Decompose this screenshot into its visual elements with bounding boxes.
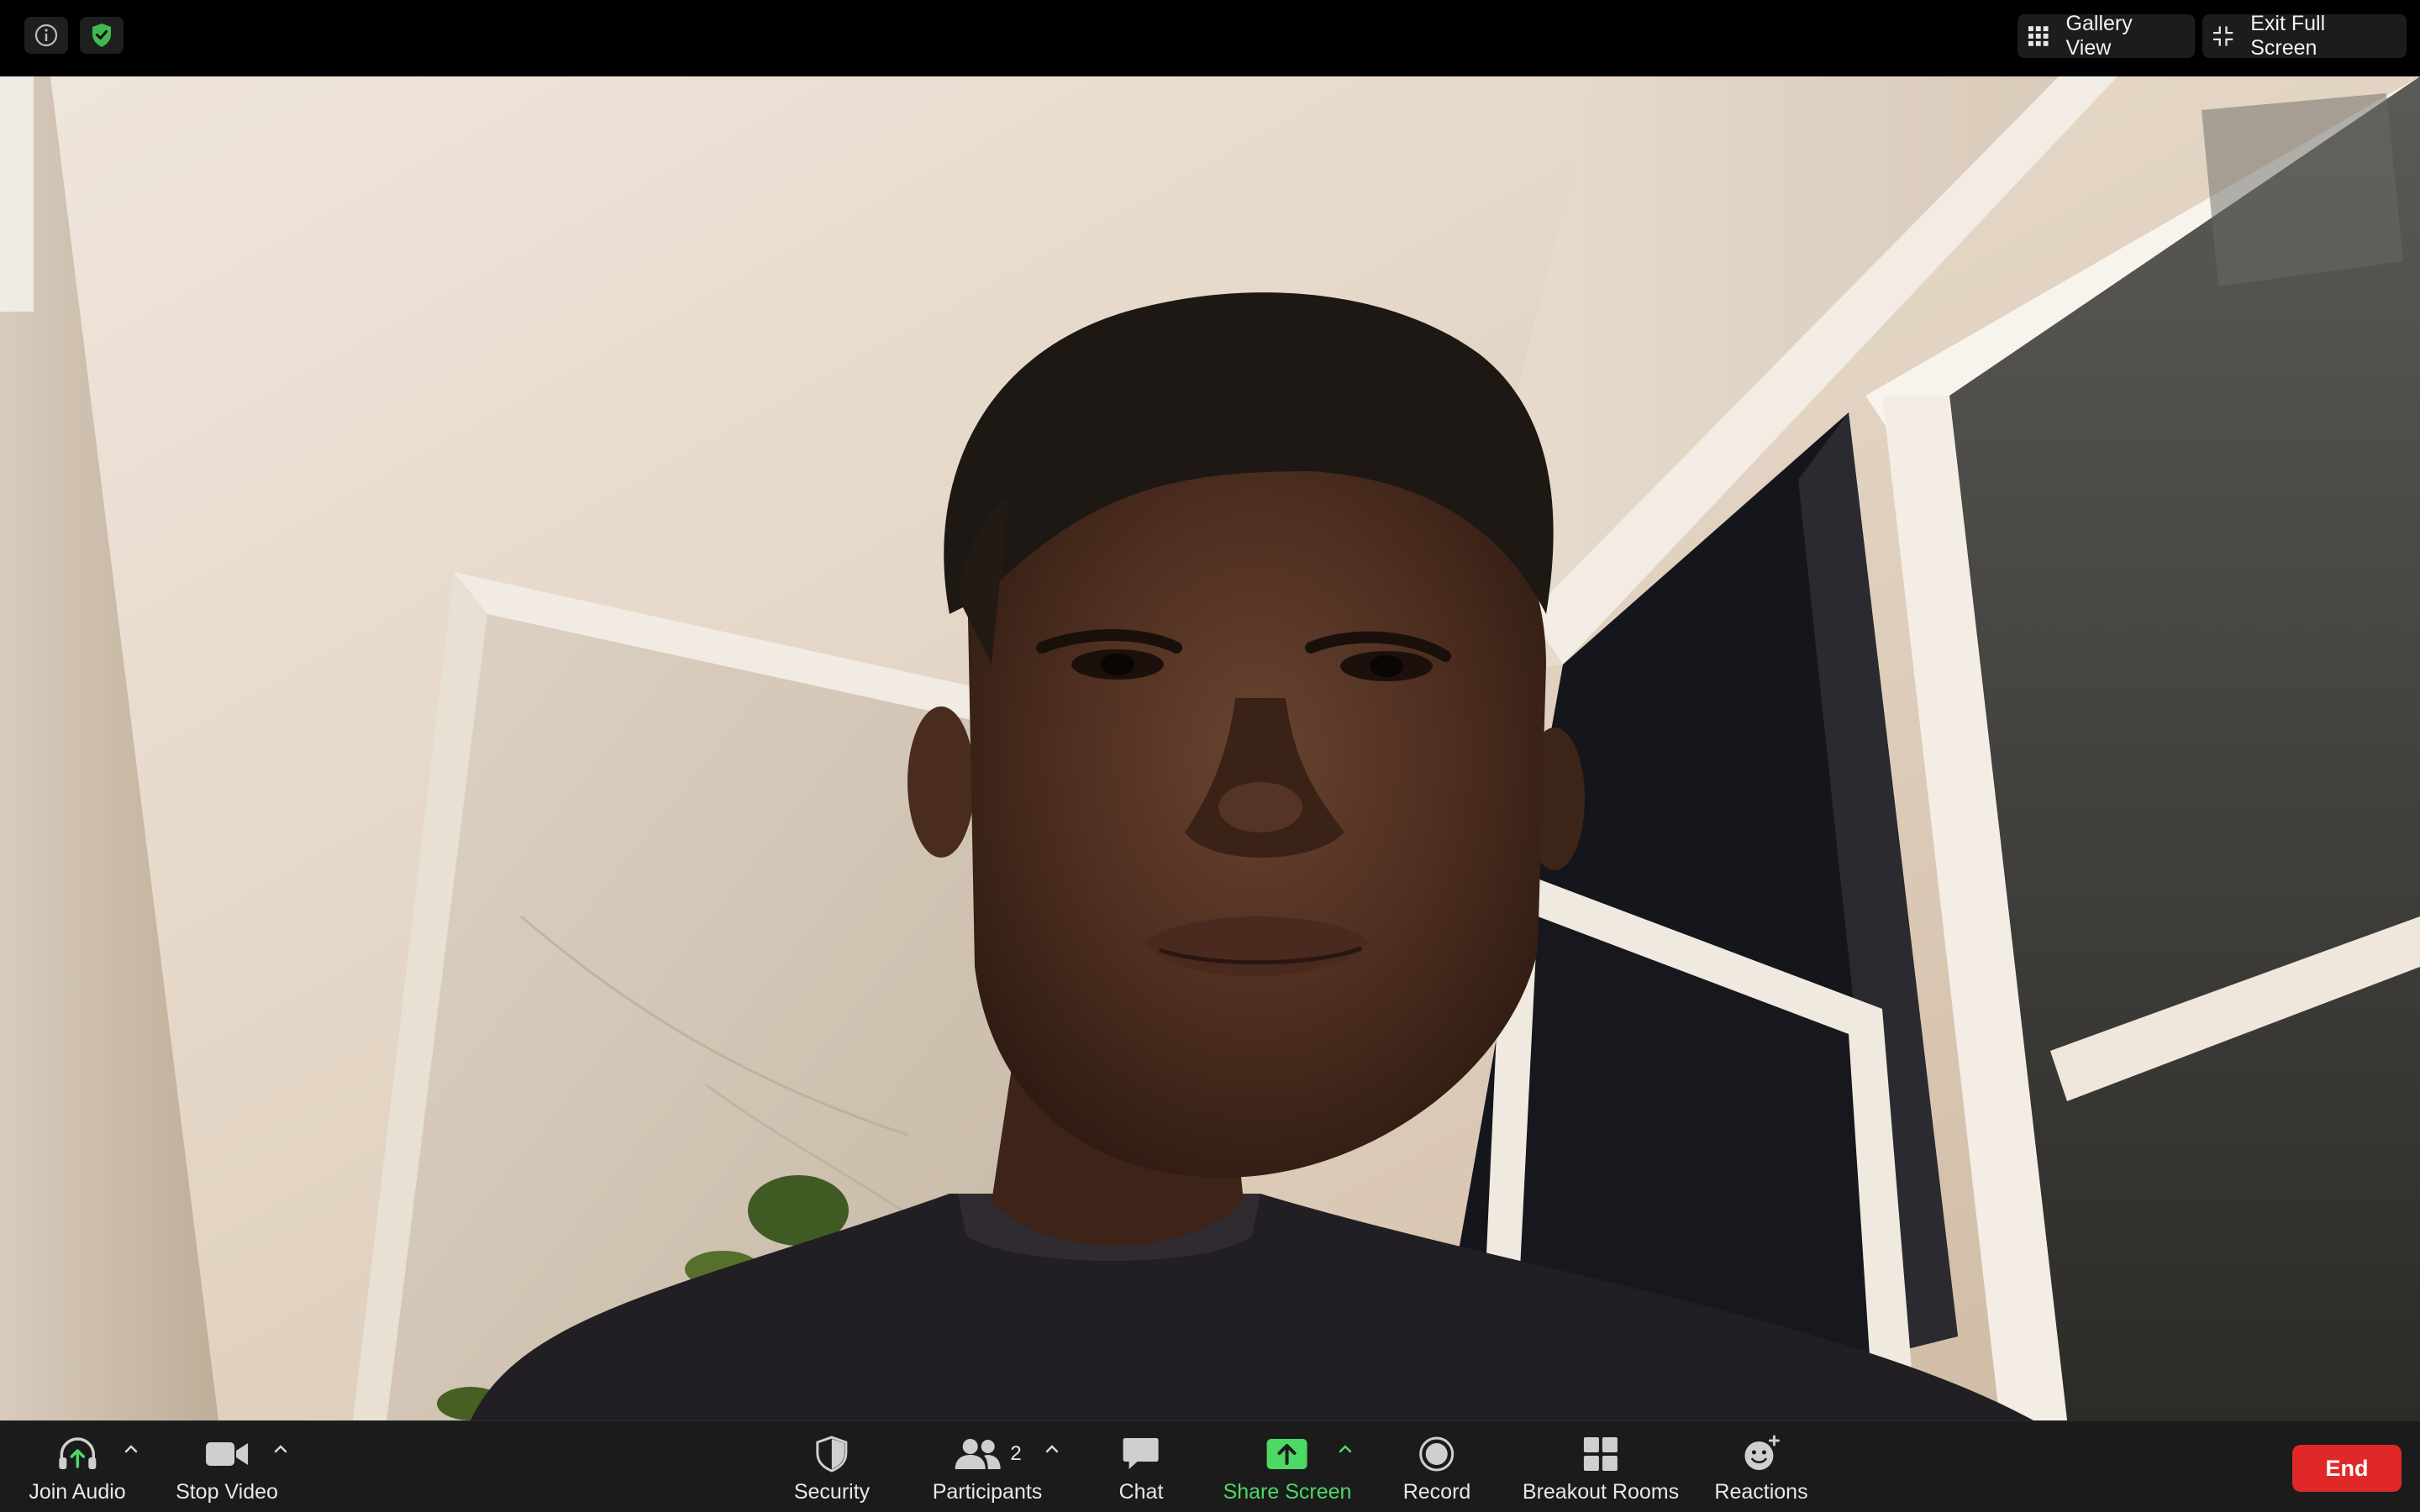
security-label: Security [793, 1480, 871, 1504]
share-screen-icon [1267, 1439, 1307, 1469]
participant-video-feed [0, 76, 2420, 1420]
info-icon[interactable] [24, 17, 68, 54]
chat-button[interactable]: Chat [1118, 1433, 1164, 1507]
stop-video-label: Stop Video [176, 1480, 278, 1504]
exit-full-screen-button[interactable]: Exit Full Screen [2202, 12, 2407, 60]
participants-options-caret[interactable] [1043, 1440, 1061, 1458]
reactions-smiley-icon [1744, 1435, 1780, 1470]
reactions-label: Reactions [1714, 1480, 1808, 1504]
record-button[interactable]: Record [1402, 1433, 1471, 1507]
breakout-rooms-button[interactable]: Breakout Rooms [1523, 1433, 1679, 1507]
participants-icon [955, 1439, 1001, 1469]
share-options-caret[interactable] [1336, 1440, 1355, 1458]
chevron-up-icon [1045, 1445, 1059, 1453]
chat-label: Chat [1118, 1480, 1164, 1504]
share-screen-button[interactable]: Share Screen [1223, 1433, 1352, 1507]
reactions-button[interactable]: Reactions [1714, 1433, 1808, 1507]
chevron-up-icon [274, 1445, 287, 1453]
record-label: Record [1402, 1480, 1471, 1504]
breakout-rooms-icon [1583, 1437, 1618, 1471]
security-button[interactable]: Security [794, 1433, 870, 1507]
exit-full-screen-label: Exit Full Screen [2250, 12, 2326, 60]
exit-full-screen-icon [2212, 26, 2233, 46]
audio-options-caret[interactable] [122, 1440, 140, 1458]
end-meeting-button[interactable]: End [2292, 1445, 2402, 1492]
zoom-meeting-window: Gallery View Exit Full Screen Join Audio… [0, 0, 2420, 1512]
gallery-view-label: Gallery View [2065, 12, 2133, 60]
top-bar: Gallery View Exit Full Screen [0, 0, 2420, 76]
stop-video-button[interactable]: Stop Video [176, 1433, 278, 1507]
security-shield-icon [816, 1436, 848, 1473]
grid-icon [2028, 26, 2049, 46]
breakout-rooms-label: Breakout Rooms [1522, 1480, 1680, 1504]
participants-count: 2 [1010, 1442, 1022, 1465]
encryption-shield-icon[interactable] [80, 17, 124, 54]
share-screen-label: Share Screen [1223, 1480, 1352, 1504]
participants-button[interactable]: 2 Participants [932, 1433, 1043, 1507]
meeting-toolbar: Join Audio Stop Video Security 2 Partici… [0, 1420, 2420, 1512]
join-audio-button[interactable]: Join Audio [29, 1433, 126, 1507]
video-options-caret[interactable] [271, 1440, 290, 1458]
video-camera-icon [206, 1442, 248, 1466]
end-label: End [2325, 1455, 2369, 1481]
chevron-up-icon [1339, 1445, 1352, 1453]
headphones-icon [59, 1437, 96, 1469]
chat-bubble-icon [1123, 1438, 1159, 1469]
join-audio-label: Join Audio [29, 1480, 126, 1504]
gallery-view-button[interactable]: Gallery View [2018, 12, 2195, 60]
participants-label: Participants [932, 1480, 1043, 1504]
record-icon [1419, 1436, 1455, 1472]
chevron-up-icon [124, 1445, 138, 1453]
